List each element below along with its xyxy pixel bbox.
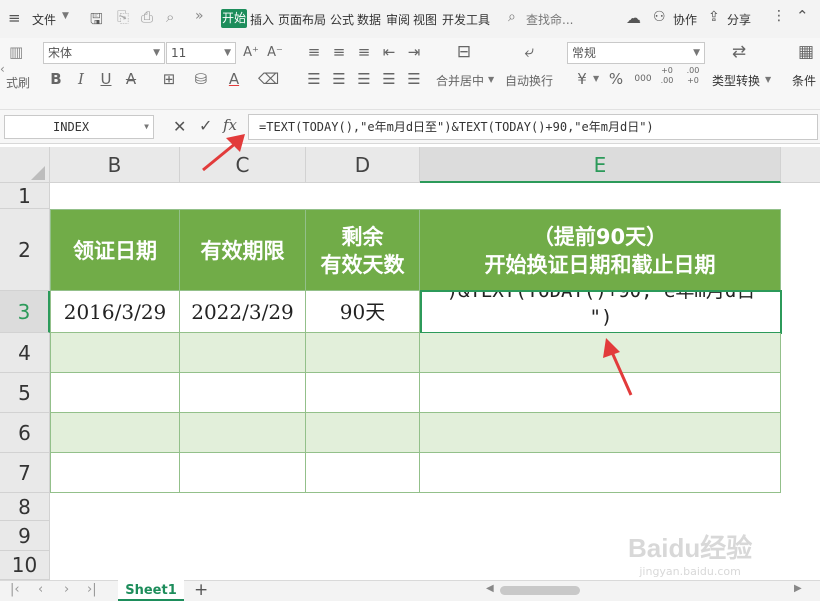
add-sheet-button[interactable]: + <box>194 580 208 600</box>
first-sheet-icon[interactable]: |‹ <box>10 582 20 597</box>
next-sheet-icon[interactable]: › <box>64 582 69 597</box>
arrow-to-formula-icon <box>202 134 245 172</box>
horizontal-scrollbar[interactable] <box>500 586 580 595</box>
scroll-left-icon[interactable]: ◀ <box>486 583 494 594</box>
arrow-to-cell-icon <box>603 338 633 396</box>
annotation-arrows <box>202 134 633 396</box>
sheet-tab-sheet1[interactable]: Sheet1 <box>118 580 184 601</box>
last-sheet-icon[interactable]: ›| <box>87 582 97 597</box>
scroll-right-icon[interactable]: ▶ <box>794 583 802 594</box>
sheet-tab-bar: |‹ ‹ › ›| Sheet1 + ◀ ▶ <box>0 580 820 601</box>
prev-sheet-icon[interactable]: ‹ <box>38 582 43 597</box>
